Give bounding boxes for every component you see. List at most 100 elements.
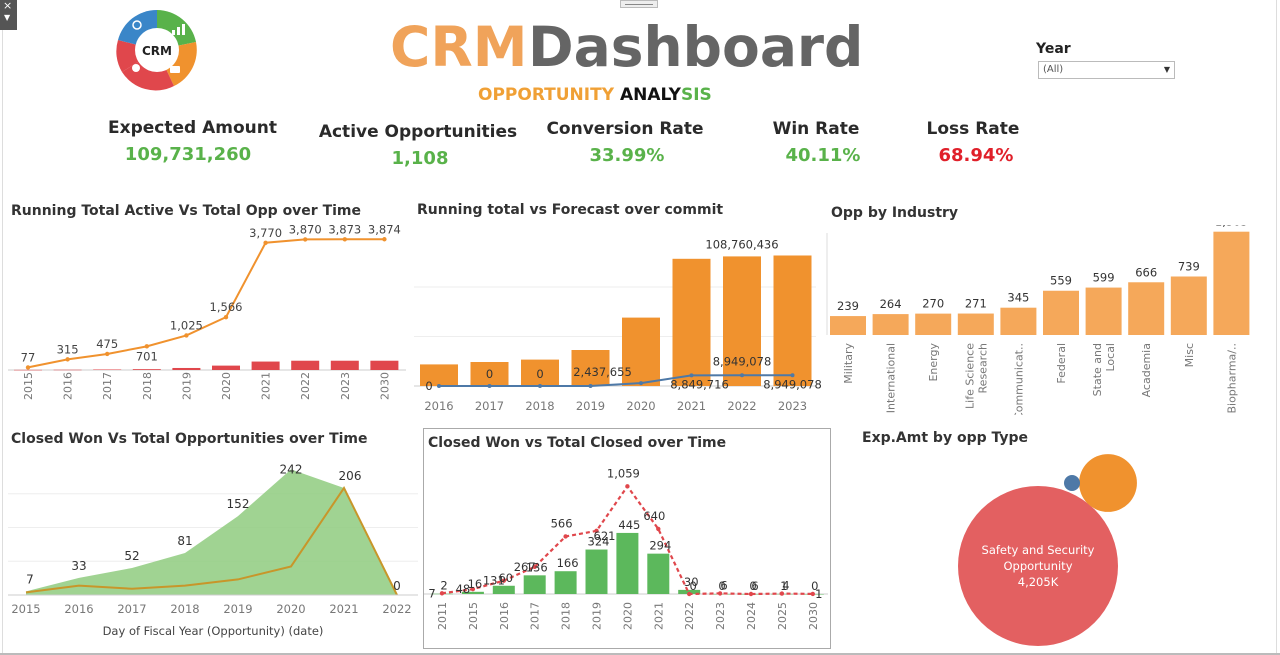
bar (251, 361, 280, 370)
tick-label: 2023 (778, 399, 807, 413)
tick-label: Military (842, 343, 855, 384)
data-label: 52 (124, 549, 139, 563)
tick-label: 2011 (436, 602, 449, 630)
bar (523, 575, 546, 594)
data-label: 7 (428, 586, 435, 600)
data-label: 6 (720, 578, 727, 592)
tick-label: 2016 (498, 602, 511, 630)
kpi-win-rate-value: 40.11% (785, 145, 861, 166)
data-label: 271 (965, 297, 987, 311)
tick-label: 2017 (117, 602, 146, 616)
tick-label: 2019 (576, 399, 605, 413)
tick-label: 2017 (529, 602, 542, 630)
tick-label: 2020 (220, 372, 233, 400)
sheet-controls[interactable]: × ▼ (0, 0, 17, 30)
chart-title-running-total: Running Total Active Vs Total Opp over T… (11, 203, 362, 219)
data-label: 33 (71, 559, 86, 573)
point (342, 237, 347, 242)
data-label: 345 (1007, 291, 1029, 305)
tick-label: 2024 (745, 602, 758, 630)
crm-logo: CRM (116, 9, 197, 91)
data-label: 108,760,436 (705, 237, 778, 251)
tick-label: 2025 (776, 602, 789, 630)
bubble-label: Opportunity (1003, 559, 1072, 573)
chart-forecast: 0 0 0 2,437,655 8,849,716 8,949,078 8,949,078 1… (414, 237, 822, 413)
series-line (27, 238, 385, 369)
chart-title-forecast: Running total vs Forecast over commit (417, 202, 724, 218)
data-label: 315 (57, 342, 79, 356)
tick-label: 2018 (141, 372, 154, 400)
tick-label: 2020 (626, 399, 655, 413)
data-label: 166 (557, 556, 579, 570)
data-label: 8,949,078 (763, 377, 822, 391)
data-label: 559 (1050, 274, 1072, 288)
data-label: 701 (136, 349, 158, 363)
tick-label: 2018 (170, 602, 199, 616)
tick-label: 2015 (467, 602, 480, 630)
tick-label: 2017 (475, 399, 504, 413)
bar (1213, 231, 1250, 335)
tick-label: 2023 (339, 372, 352, 400)
frame-divider (1276, 0, 1277, 655)
data-label: 1,059 (607, 466, 640, 480)
data-label: 0 (536, 367, 543, 381)
chart-title-exp-amt-type: Exp.Amt by opp Type (862, 430, 1029, 446)
data-label: 239 (837, 299, 859, 313)
bar (1043, 290, 1079, 335)
tick-label: Biopharma/.. (1225, 343, 1238, 414)
kpi-conversion-rate-value: 33.99% (589, 145, 665, 166)
point (223, 314, 229, 320)
data-label: 739 (1178, 259, 1200, 273)
bar (616, 532, 639, 594)
data-label: 0 (486, 367, 493, 381)
frame-divider (2, 30, 3, 655)
tick-label: 2023 (714, 602, 727, 630)
data-label: 0 (393, 579, 401, 593)
tick-label: 2020 (621, 602, 634, 630)
data-label: 566 (551, 516, 573, 530)
data-label: 1 (815, 587, 822, 601)
data-label: 294 (649, 539, 671, 553)
tick-label: Local (1104, 343, 1117, 372)
subtitle-part3: SIS (680, 85, 712, 105)
chevron-down-icon[interactable]: ▼ (4, 13, 10, 22)
tick-label: 2022 (299, 372, 312, 400)
tick-label: 2021 (652, 602, 665, 630)
bar (957, 313, 994, 335)
bar (1085, 287, 1122, 335)
tick-label: 2017 (101, 372, 114, 400)
bubble (1064, 475, 1080, 491)
tick-label: 2019 (180, 372, 193, 400)
bar (370, 360, 399, 370)
data-label: 8,949,078 (713, 354, 772, 368)
point (538, 384, 542, 388)
data-label: 666 (1135, 265, 1157, 279)
year-filter-dropdown[interactable]: (All) ▼ (1038, 61, 1175, 79)
tick-label: Communicat.. (1012, 343, 1025, 415)
bar (1170, 276, 1207, 335)
data-label: 1,566 (210, 300, 243, 314)
tick-label: 2022 (382, 602, 411, 616)
logo-text: CRM (142, 44, 172, 58)
data-label: 0 (425, 379, 432, 393)
point (563, 534, 568, 539)
dashboard-title-part2: Dashboard (528, 15, 864, 79)
point (65, 357, 70, 362)
data-label: 445 (618, 518, 640, 532)
tick-label: 2015 (11, 602, 40, 616)
tick-label: 2019 (591, 602, 604, 630)
bar (14, 369, 42, 371)
close-icon[interactable]: × (3, 0, 12, 12)
bar (830, 316, 866, 335)
kpi-expected-amount-label: Expected Amount (108, 118, 277, 138)
chart-title-industry: Opp by Industry (831, 205, 959, 221)
bar (132, 369, 161, 370)
chevron-down-icon[interactable]: ▼ (1160, 62, 1174, 78)
tick-label: 2018 (525, 399, 554, 413)
bubble-label: Safety and Security (982, 543, 1095, 557)
data-label: 6 (751, 579, 758, 593)
tick-label: International (885, 343, 898, 413)
drag-handle[interactable] (620, 0, 658, 8)
point (382, 237, 387, 242)
series-area (26, 469, 397, 595)
